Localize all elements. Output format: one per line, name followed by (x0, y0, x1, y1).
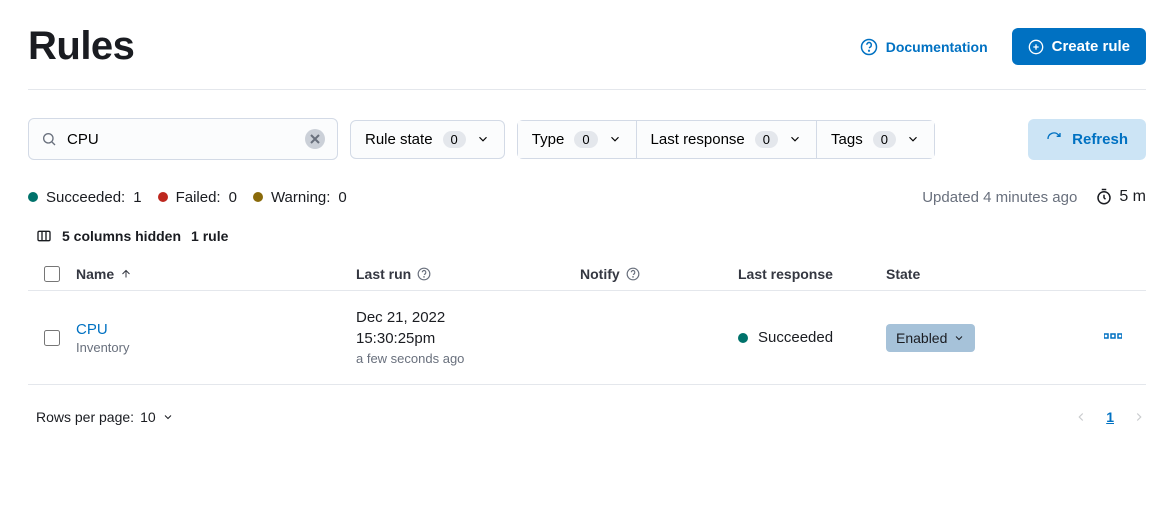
clear-search-button[interactable] (305, 129, 325, 149)
column-last-run-label: Last run (356, 266, 411, 282)
dot-red-icon (158, 192, 168, 202)
status-warning: Warning: 0 (253, 189, 347, 206)
sort-asc-icon (120, 268, 132, 280)
next-page-button[interactable] (1132, 410, 1146, 424)
last-response-filter[interactable]: Last response 0 (637, 121, 817, 158)
refresh-label: Refresh (1072, 131, 1128, 148)
run-date: Dec 21, 2022 (356, 309, 580, 326)
dot-green-icon (28, 192, 38, 202)
column-state-label: State (886, 266, 920, 282)
row-actions-button[interactable] (1104, 330, 1122, 346)
updated-text: Updated 4 minutes ago (922, 189, 1077, 206)
page-title: Rules (28, 24, 134, 69)
boxes-icon (1104, 331, 1122, 343)
last-response-label: Last response (651, 131, 745, 148)
row-checkbox[interactable] (44, 330, 60, 346)
column-last-run[interactable]: Last run (356, 266, 580, 282)
divider (28, 89, 1146, 90)
rule-state-count: 0 (443, 131, 466, 148)
search-icon (41, 131, 57, 147)
response-text: Succeeded (758, 329, 833, 346)
warning-label: Warning: (271, 189, 330, 206)
column-name-label: Name (76, 266, 114, 282)
type-filter[interactable]: Type 0 (518, 121, 637, 158)
plus-circle-icon (1028, 39, 1044, 55)
state-label: Enabled (896, 330, 947, 346)
interval-value: 5 m (1119, 188, 1146, 206)
succeeded-count: 1 (133, 189, 141, 206)
prev-page-button[interactable] (1074, 410, 1088, 424)
column-notify[interactable]: Notify (580, 266, 738, 282)
column-last-response-label: Last response (738, 266, 833, 282)
help-icon (417, 267, 431, 281)
tags-label: Tags (831, 131, 863, 148)
failed-label: Failed: (176, 189, 221, 206)
type-label: Type (532, 131, 565, 148)
search-input[interactable] (67, 131, 295, 148)
column-last-response[interactable]: Last response (738, 266, 886, 282)
failed-count: 0 (229, 189, 237, 206)
chevron-down-icon (608, 132, 622, 146)
create-rule-label: Create rule (1052, 38, 1130, 55)
table-meta[interactable]: 5 columns hidden 1 rule (28, 228, 1146, 258)
rows-per-value: 10 (140, 409, 156, 425)
column-notify-label: Notify (580, 266, 620, 282)
chevron-down-icon (788, 132, 802, 146)
run-time: 15:30:25pm (356, 330, 580, 347)
rows-per-page[interactable]: Rows per page: 10 (36, 409, 174, 425)
columns-icon (36, 228, 52, 244)
rule-count: 1 rule (191, 228, 228, 244)
table-row: CPU Inventory Dec 21, 2022 15:30:25pm a … (28, 291, 1146, 385)
rule-state-label: Rule state (365, 131, 433, 148)
interval-display[interactable]: 5 m (1095, 188, 1146, 206)
dot-yellow-icon (253, 192, 263, 202)
status-succeeded: Succeeded: 1 (28, 189, 142, 206)
column-state[interactable]: State (886, 266, 1064, 282)
create-rule-button[interactable]: Create rule (1012, 28, 1146, 65)
last-response-count: 0 (755, 131, 778, 148)
tags-count: 0 (873, 131, 896, 148)
x-icon (307, 131, 323, 147)
current-page[interactable]: 1 (1106, 409, 1114, 425)
status-failed: Failed: 0 (158, 189, 237, 206)
chevron-down-icon (953, 332, 965, 344)
help-icon (626, 267, 640, 281)
tags-filter[interactable]: Tags 0 (817, 121, 934, 158)
refresh-button[interactable]: Refresh (1028, 119, 1146, 160)
chevron-down-icon (906, 132, 920, 146)
chevron-down-icon (162, 411, 174, 423)
rule-name-link[interactable]: CPU (76, 321, 129, 338)
hidden-columns: 5 columns hidden (62, 228, 181, 244)
refresh-icon (1046, 131, 1062, 147)
type-count: 0 (574, 131, 597, 148)
documentation-label: Documentation (886, 39, 988, 55)
rows-per-label: Rows per page: (36, 409, 134, 425)
column-name[interactable]: Name (76, 266, 356, 282)
documentation-link[interactable]: Documentation (860, 38, 988, 56)
help-icon (860, 38, 878, 56)
succeeded-label: Succeeded: (46, 189, 125, 206)
search-input-container[interactable] (28, 118, 338, 160)
chevron-down-icon (476, 132, 490, 146)
dot-green-icon (738, 333, 748, 343)
rule-subtitle: Inventory (76, 340, 129, 355)
select-all-checkbox[interactable] (44, 266, 60, 282)
rule-state-filter[interactable]: Rule state 0 (350, 120, 505, 159)
state-toggle[interactable]: Enabled (886, 324, 975, 352)
run-relative: a few seconds ago (356, 351, 580, 366)
warning-count: 0 (338, 189, 346, 206)
timer-icon (1095, 188, 1113, 206)
